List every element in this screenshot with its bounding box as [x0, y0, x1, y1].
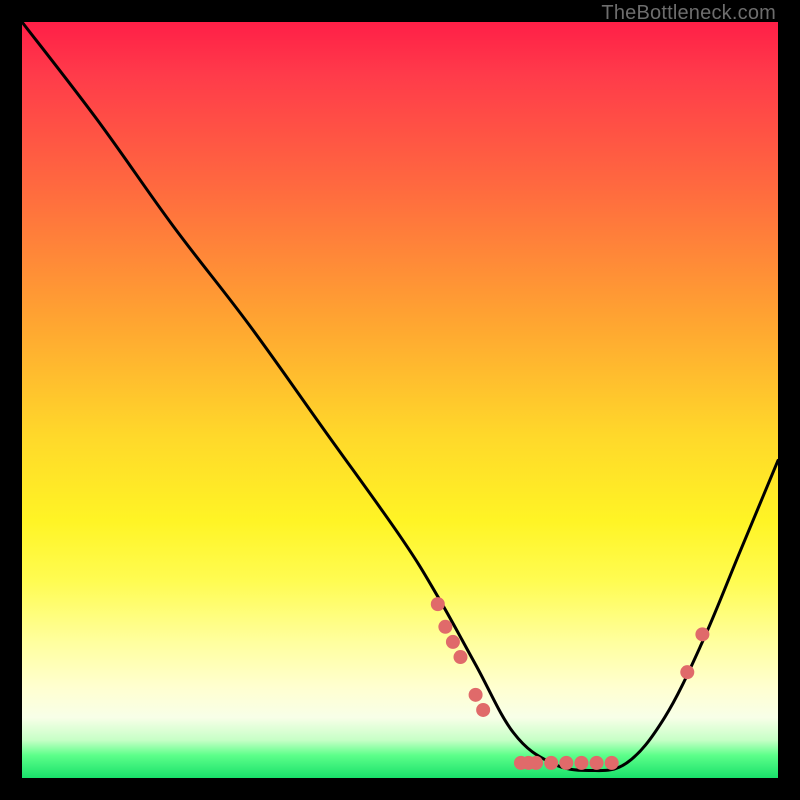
data-marker: [476, 703, 490, 717]
curve-markers: [431, 597, 710, 770]
data-marker: [438, 620, 452, 634]
data-marker: [590, 756, 604, 770]
curve-layer: [22, 22, 778, 778]
plot-area: [22, 22, 778, 778]
data-marker: [544, 756, 558, 770]
data-marker: [446, 635, 460, 649]
data-marker: [529, 756, 543, 770]
data-marker: [574, 756, 588, 770]
data-marker: [695, 627, 709, 641]
data-marker: [431, 597, 445, 611]
data-marker: [559, 756, 573, 770]
data-marker: [469, 688, 483, 702]
data-marker: [605, 756, 619, 770]
chart-frame: TheBottleneck.com: [0, 0, 800, 800]
data-marker: [453, 650, 467, 664]
data-marker: [680, 665, 694, 679]
bottleneck-curve: [22, 22, 778, 771]
